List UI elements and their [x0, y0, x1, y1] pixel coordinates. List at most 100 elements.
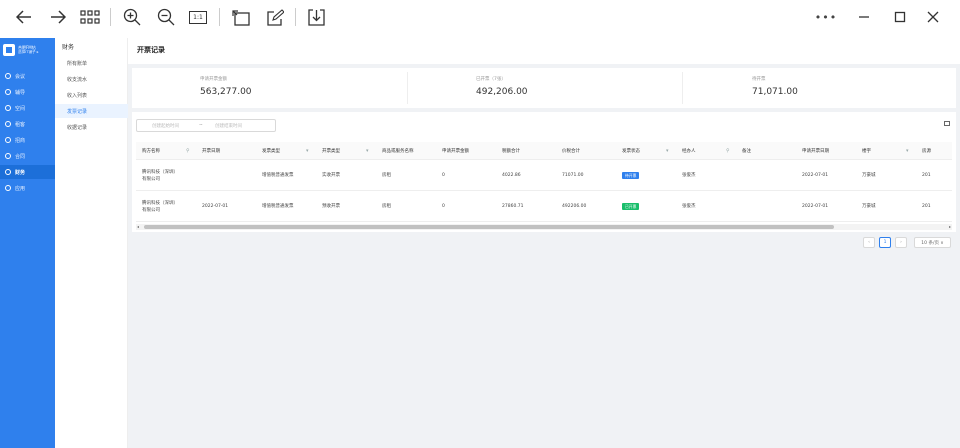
subnav-title: 财务: [62, 44, 75, 51]
cell-invoice-type: 增值税普通发票: [262, 173, 294, 178]
subnav-item-income[interactable]: 收入列表: [55, 88, 128, 102]
cube-icon: [5, 105, 11, 111]
cell-apply-amount: 0: [442, 204, 445, 209]
nav-item-label: 财务: [15, 169, 26, 176]
search-icon[interactable]: ⚲: [186, 148, 190, 154]
brand-logo-icon: [3, 44, 15, 56]
scrollbar-thumb[interactable]: [144, 225, 834, 229]
edit-icon[interactable]: [264, 6, 286, 28]
filter-icon[interactable]: ▾: [666, 148, 669, 154]
zoom-in-icon[interactable]: [121, 6, 143, 28]
stat-value: 492,206.00: [476, 87, 528, 97]
cell-total: 71071.00: [562, 173, 584, 178]
apps-icon: [5, 185, 11, 191]
nav-item-meeting[interactable]: 会议: [0, 69, 55, 83]
col-room: 房源: [922, 149, 931, 154]
page-1-button[interactable]: 1: [879, 237, 891, 248]
scroll-left-icon[interactable]: ◂: [137, 224, 139, 229]
subnav-item-invoices[interactable]: 发票记录: [55, 104, 128, 118]
nav-item-label: 辅导: [15, 89, 26, 96]
cell-goods: 房租: [382, 204, 391, 209]
nav-item-space[interactable]: 空间: [0, 101, 55, 115]
filter-icon[interactable]: ▾: [366, 148, 369, 154]
nav-item-contract[interactable]: 合同: [0, 149, 55, 163]
main-content: 开票记录 申请开票金额 563,277.00 已开票（7张） 492,206.0…: [128, 38, 960, 448]
page-size-select[interactable]: 10 条/页 ∨: [914, 237, 951, 248]
cell-invoice-type: 增值税普通发票: [262, 204, 294, 209]
subnav-item-cashflow[interactable]: 收支流水: [55, 72, 128, 86]
subnav-item-receipts[interactable]: 收据记录: [55, 120, 128, 134]
col-building: 楼宇: [862, 149, 871, 154]
nav-item-label: 会议: [15, 73, 26, 80]
rotate-icon[interactable]: [230, 6, 252, 28]
nav-item-finance[interactable]: 财务: [0, 165, 55, 179]
maximize-icon[interactable]: [889, 6, 911, 28]
cell-apply-date: 2022-07-01: [802, 173, 829, 178]
cell-building: 万豪城: [862, 204, 876, 209]
horizontal-scrollbar[interactable]: ◂ ▸: [136, 224, 952, 230]
cell-tax: 27860.71: [502, 204, 524, 209]
viewer-toolbar: 1:1 •••: [0, 0, 960, 34]
cell-room: 201: [922, 173, 931, 178]
actual-size-icon[interactable]: 1:1: [188, 6, 208, 28]
minimize-icon[interactable]: [853, 6, 875, 28]
filter-icon[interactable]: ▾: [306, 148, 309, 154]
nav-item-tenant[interactable]: 租客: [0, 117, 55, 131]
download-icon[interactable]: [305, 6, 327, 28]
date-end-placeholder: 创建结束时间: [215, 123, 242, 129]
secondary-sidebar: 财务 所有账单 收支流水 收入列表 发票记录 收据记录: [55, 38, 128, 448]
cell-tax: 4022.86: [502, 173, 521, 178]
col-goods: 商品或服务名称: [382, 149, 414, 154]
subnav-item-all-bills[interactable]: 所有账单: [55, 56, 128, 70]
more-options-icon[interactable]: •••: [815, 6, 837, 28]
filter-icon[interactable]: ▾: [906, 148, 909, 154]
date-range-separator: ~: [199, 123, 203, 128]
finance-icon: [5, 169, 11, 175]
col-date: 开票日期: [202, 149, 220, 154]
col-total: 价税合计: [562, 149, 580, 154]
invoice-table-card: 创建起始时间 ~ 创建结束时间 购方名称 ⚲ 开票日期 发票类型 ▾ 开票类型 …: [132, 112, 956, 232]
stat-label: 已开票（7张）: [476, 77, 506, 82]
book-icon: [5, 89, 11, 95]
cell-handler: 张俊杰: [682, 173, 696, 178]
grid-apps-icon[interactable]: [79, 6, 101, 28]
next-page-button[interactable]: ›: [895, 237, 907, 248]
cell-issue-type: 实收开票: [322, 173, 340, 178]
target-icon: [5, 137, 11, 143]
column-settings-icon[interactable]: [944, 121, 950, 126]
nav-item-label: 空间: [15, 105, 26, 112]
forward-arrow-icon[interactable]: [47, 6, 69, 28]
status-badge: 待开票: [622, 172, 640, 179]
page-title: 开票记录: [137, 46, 165, 54]
cell-apply-amount: 0: [442, 173, 445, 178]
close-icon[interactable]: [922, 6, 944, 28]
cell-issue-type: 预收开票: [322, 204, 340, 209]
col-buyer: 购方名称: [142, 149, 160, 154]
scroll-right-icon[interactable]: ▸: [949, 224, 951, 229]
status-badge: 已开票: [622, 203, 640, 210]
cell-room: 201: [922, 204, 931, 209]
stat-apply-amount: 申请开票金额 563,277.00: [200, 76, 252, 97]
col-handler: 经办人: [682, 149, 696, 154]
nav-item-tutor[interactable]: 辅导: [0, 85, 55, 99]
brand-switcher[interactable]: 合肥FM钻 选择IT铺子 ▸: [3, 41, 53, 59]
col-status: 发票状态: [622, 149, 640, 154]
zoom-out-icon[interactable]: [155, 6, 177, 28]
nav-item-invest[interactable]: 招商: [0, 133, 55, 147]
stat-value: 71,071.00: [752, 87, 798, 97]
search-icon[interactable]: ⚲: [726, 148, 730, 154]
prev-page-button[interactable]: ‹: [863, 237, 875, 248]
brand-sub: 选择IT铺子 ▸: [18, 50, 39, 54]
cell-apply-date: 2022-07-01: [802, 204, 829, 209]
col-issue-type: 开票类型: [322, 149, 340, 154]
nav-item-label: 合同: [15, 153, 26, 160]
cell-handler: 张俊杰: [682, 204, 696, 209]
col-invoice-type: 发票类型: [262, 149, 280, 154]
back-arrow-icon[interactable]: [13, 6, 35, 28]
date-range-picker[interactable]: 创建起始时间 ~ 创建结束时间: [136, 119, 276, 132]
home-icon: [5, 121, 11, 127]
table-row[interactable]: 腾讯科技（深圳） 有限公司 增值税普通发票 实收开票 房租 0 4022.86 7…: [136, 161, 952, 191]
table-row[interactable]: 腾讯科技（深圳） 有限公司 2022-07-01 增值税普通发票 预收开票 房租 …: [136, 192, 952, 222]
nav-item-apps[interactable]: 应用: [0, 181, 55, 195]
date-start-placeholder: 创建起始时间: [152, 123, 179, 129]
